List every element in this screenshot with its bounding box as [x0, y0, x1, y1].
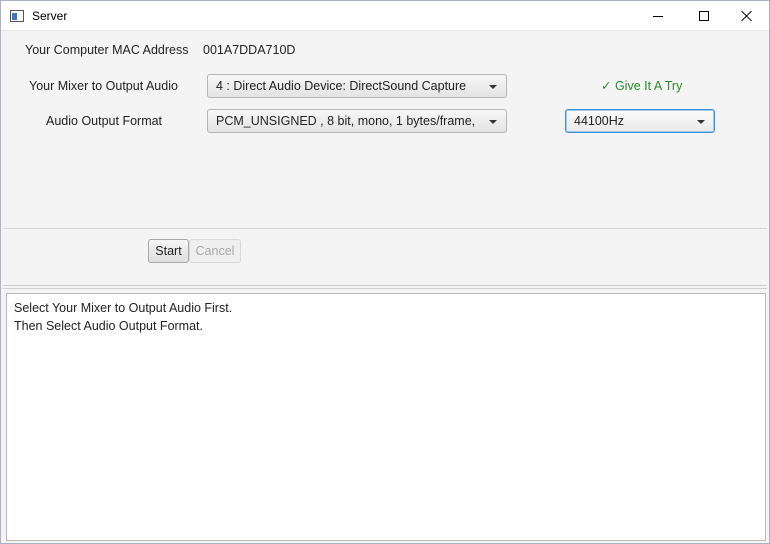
sample-rate-select-value: 44100Hz — [574, 114, 625, 128]
minimize-button[interactable] — [635, 1, 681, 31]
chevron-down-icon — [489, 85, 497, 89]
window-title: Server — [32, 9, 68, 23]
audio-format-select-value: PCM_UNSIGNED , 8 bit, mono, 1 bytes/fram… — [216, 114, 476, 128]
log-output-area[interactable]: Select Your Mixer to Output Audio First.… — [6, 293, 766, 541]
audio-format-label: Audio Output Format — [46, 114, 163, 128]
title-bar[interactable]: Server — [1, 1, 769, 31]
start-button[interactable]: Start — [148, 239, 189, 263]
log-line: Then Select Audio Output Format. — [14, 319, 203, 333]
mixer-select[interactable]: 4 : Direct Audio Device: DirectSound Cap… — [207, 74, 507, 98]
app-window-icon — [10, 10, 24, 22]
chevron-down-icon — [489, 120, 497, 124]
give-it-a-try-link[interactable]: ✓ Give It A Try — [601, 78, 682, 93]
split-pane-divider[interactable] — [3, 283, 767, 291]
mac-address-value: 001A7DDA710D — [203, 43, 296, 57]
sample-rate-select[interactable]: 44100Hz — [565, 109, 715, 133]
maximize-icon — [699, 11, 709, 21]
mixer-select-value: 4 : Direct Audio Device: DirectSound Cap… — [216, 79, 467, 93]
server-window: Server Your Computer MAC Address 001A7DD… — [0, 0, 770, 544]
log-line: Select Your Mixer to Output Audio First. — [14, 301, 233, 315]
close-button[interactable] — [724, 1, 770, 31]
audio-format-select[interactable]: PCM_UNSIGNED , 8 bit, mono, 1 bytes/fram… — [207, 109, 507, 133]
chevron-down-icon — [697, 120, 705, 124]
section-divider — [3, 228, 767, 229]
maximize-button[interactable] — [681, 1, 727, 31]
mac-address-label: Your Computer MAC Address — [25, 43, 189, 57]
mixer-label: Your Mixer to Output Audio — [29, 79, 178, 93]
minimize-icon — [653, 15, 663, 17]
cancel-button[interactable]: Cancel — [189, 239, 241, 263]
close-icon — [741, 10, 753, 22]
